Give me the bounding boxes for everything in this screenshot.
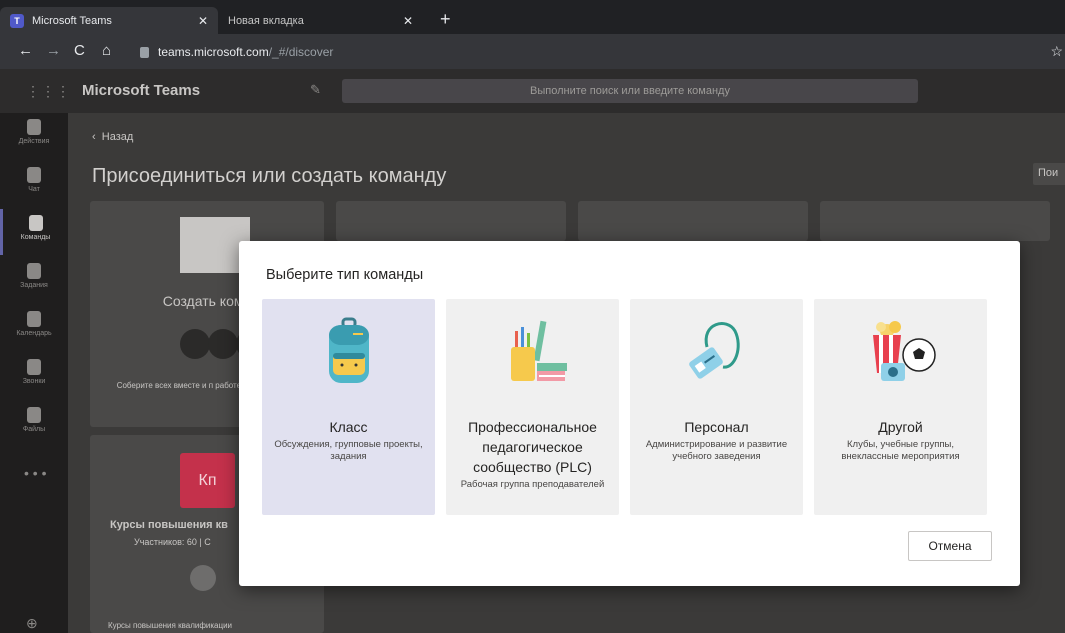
option-title: Класс xyxy=(329,419,368,435)
app-launcher-icon[interactable]: ⋮⋮⋮ xyxy=(26,83,71,100)
home-icon[interactable]: ⌂ xyxy=(102,42,111,59)
teams-icon xyxy=(28,215,43,231)
files-icon xyxy=(27,407,41,423)
option-staff[interactable]: Персонал Администрирование и развитие уч… xyxy=(630,299,803,515)
bell-icon xyxy=(27,119,41,135)
option-class[interactable]: Класс Обсуждения, групповые проекты, зад… xyxy=(262,299,435,515)
search-teams-input[interactable]: Пои xyxy=(1033,163,1065,185)
rail-label: Задания xyxy=(20,282,48,289)
books-icon xyxy=(510,320,567,381)
calendar-icon xyxy=(27,311,41,327)
team-members: Участников: 60 | С xyxy=(134,537,211,547)
url-field[interactable]: teams.microsoft.com/_#/discover xyxy=(140,41,333,63)
option-other[interactable]: Другой Клубы, учебные группы, внеклассны… xyxy=(814,299,987,515)
tab-microsoft-teams[interactable]: T Microsoft Teams ✕ xyxy=(0,7,218,34)
rail-item-calls[interactable]: Звонки xyxy=(0,353,68,399)
backpack-icon xyxy=(328,317,369,383)
rail-item-assignments[interactable]: Задания xyxy=(0,257,68,303)
team-avatar-tile: Кп xyxy=(180,453,235,508)
option-title: Другой xyxy=(878,419,923,435)
new-tab-button[interactable]: + xyxy=(440,9,451,30)
reload-icon[interactable]: C xyxy=(74,42,85,59)
option-desc: Обсуждения, групповые проекты, задания xyxy=(274,439,423,462)
popcorn-ball-icon xyxy=(872,321,936,381)
url-path: /_#/discover xyxy=(268,45,334,59)
rail-item-chat[interactable]: Чат xyxy=(0,161,68,207)
team-card[interactable] xyxy=(578,201,808,241)
back-arrow-icon[interactable]: ← xyxy=(18,42,33,59)
page-title: Присоединиться или создать команду xyxy=(92,165,447,187)
app-rail: Действия Чат Команды Задания Календарь З… xyxy=(0,113,68,633)
teams-header: ⋮⋮⋮ Microsoft Teams ✎ Выполните поиск ил… xyxy=(0,69,1065,113)
back-label: Назад xyxy=(101,131,134,143)
option-title: Персонал xyxy=(684,419,749,435)
rail-label: Звонки xyxy=(22,378,46,385)
tab-new-tab[interactable]: Новая вкладка ✕ xyxy=(218,7,423,34)
back-link[interactable]: ‹ Назад xyxy=(92,131,133,143)
rail-label: Календарь xyxy=(16,330,52,337)
forward-arrow-icon[interactable]: → xyxy=(46,42,61,59)
badge-icon xyxy=(688,322,740,379)
option-desc: Клубы, учебные группы, внеклассные мероп… xyxy=(841,439,960,462)
avatar xyxy=(180,329,210,359)
rail-label: Файлы xyxy=(22,426,46,433)
teams-favicon-icon: T xyxy=(10,13,24,28)
avatar xyxy=(190,565,216,591)
rail-label: Чат xyxy=(28,186,40,193)
option-plc[interactable]: Профессиональное педагогическое сообщест… xyxy=(446,299,619,515)
option-title: Профессиональное педагогическое сообщест… xyxy=(468,419,597,475)
create-team-desc: Соберите всех вместе и п работе! xyxy=(116,381,244,390)
browser-tab-bar: T Microsoft Teams ✕ Новая вкладка ✕ + xyxy=(0,0,1065,34)
rail-label: Действия xyxy=(18,138,50,145)
team-card[interactable] xyxy=(336,201,566,241)
close-tab-icon[interactable]: ✕ xyxy=(198,14,208,28)
help-icon[interactable]: ⊕ xyxy=(26,615,38,632)
more-apps-icon[interactable]: • • • xyxy=(24,465,46,481)
lock-icon xyxy=(140,46,149,58)
avatar xyxy=(208,329,238,359)
rail-item-teams[interactable]: Команды xyxy=(0,209,68,255)
bookmark-star-icon[interactable]: ☆ xyxy=(1050,43,1063,60)
assignments-icon xyxy=(27,263,41,279)
search-input[interactable]: Выполните поиск или введите команду xyxy=(342,79,918,103)
phone-icon xyxy=(27,359,41,375)
team-type-dialog: Выберите тип команды Класс Обсуждения, г… xyxy=(239,241,1020,586)
rail-item-calendar[interactable]: Календарь xyxy=(0,305,68,351)
option-desc: Администрирование и развитие учебного за… xyxy=(645,439,788,462)
url-host: teams.microsoft.com xyxy=(158,45,269,59)
team-footer: Курсы повышения квалификации xyxy=(108,621,233,630)
tab-label: Новая вкладка xyxy=(228,14,304,27)
option-desc: Рабочая группа преподавателей xyxy=(460,479,605,490)
rail-item-activity[interactable]: Действия xyxy=(0,113,68,159)
close-tab-icon[interactable]: ✕ xyxy=(403,14,413,28)
rail-label: Команды xyxy=(20,234,51,241)
app-name: Microsoft Teams xyxy=(82,82,201,99)
address-bar: ← → C ⌂ teams.microsoft.com/_#/discover … xyxy=(0,34,1065,69)
cancel-button[interactable]: Отмена xyxy=(908,531,992,561)
chat-icon xyxy=(27,167,41,183)
dialog-title: Выберите тип команды xyxy=(266,267,424,283)
team-name: Курсы повышения кв xyxy=(110,519,228,531)
tab-label: Microsoft Teams xyxy=(32,14,112,27)
rail-item-files[interactable]: Файлы xyxy=(0,401,68,447)
team-card[interactable] xyxy=(820,201,1050,241)
compose-icon[interactable]: ✎ xyxy=(310,82,321,98)
